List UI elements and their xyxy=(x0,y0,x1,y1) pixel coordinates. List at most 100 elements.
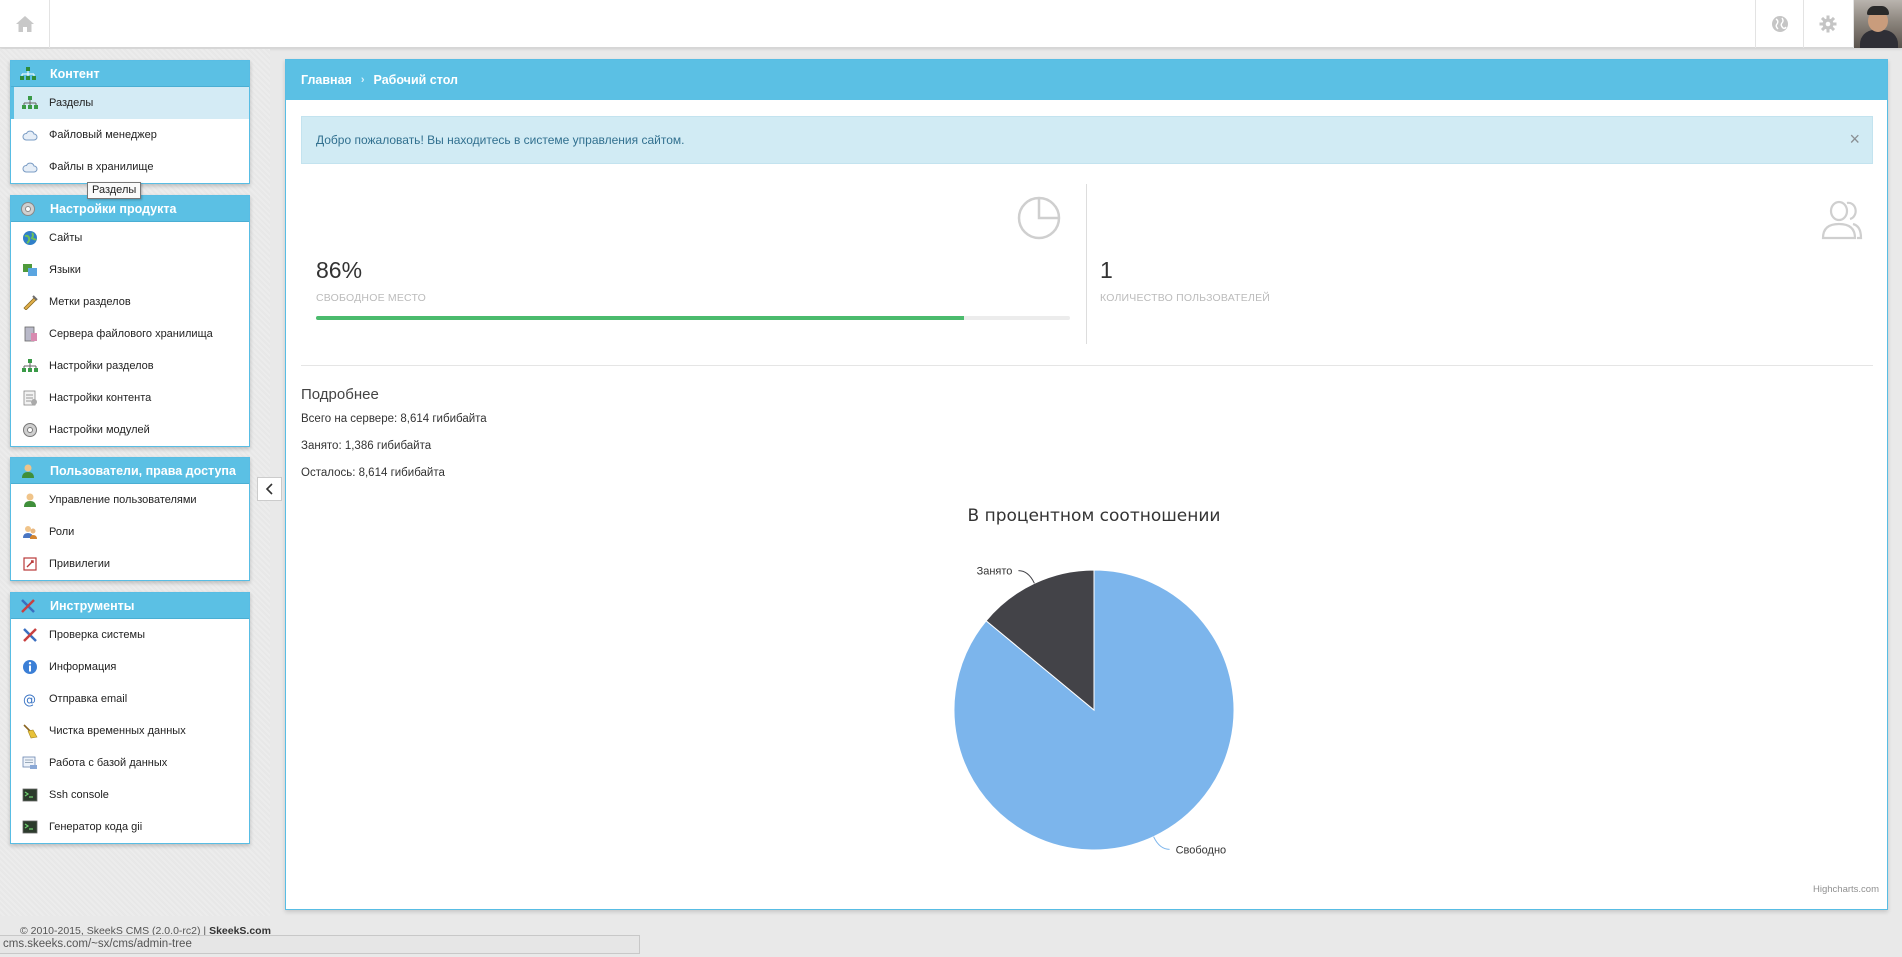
sidebar-item-label: Работа с базой данных xyxy=(49,757,168,769)
chart-credits[interactable]: Highcharts.com xyxy=(1813,884,1879,895)
sidebar-collapse-button[interactable] xyxy=(257,477,282,501)
sidebar-item-label: Метки разделов xyxy=(49,296,131,308)
sidebar-item-file-manager[interactable]: Файловый менеджер xyxy=(11,119,249,151)
sidebar-item-label: Сервера файлового хранилища xyxy=(49,328,213,340)
sidebar-item-section-tags[interactable]: Метки разделов xyxy=(11,286,249,318)
divider xyxy=(301,365,1873,366)
free-space-progress xyxy=(316,316,1070,320)
sidebar-group-header[interactable]: Настройки продукта xyxy=(11,196,249,222)
database-icon xyxy=(21,754,39,772)
sidebar-item-content-settings[interactable]: Настройки контента xyxy=(11,382,249,414)
tools-icon xyxy=(19,597,37,615)
details-used: Занято: 1,386 гибибайта xyxy=(301,440,432,452)
globe-button[interactable] xyxy=(1755,0,1803,48)
sidebar-group-product-settings: Настройки продукта Сайты Языки Метки раз… xyxy=(10,195,250,447)
settings-button[interactable] xyxy=(1803,0,1851,48)
cloud-icon xyxy=(21,158,39,176)
sidebar-item-storage-files[interactable]: Файлы в хранилище xyxy=(11,151,249,183)
server-icon xyxy=(21,325,39,343)
breadcrumb-separator: › xyxy=(360,74,365,86)
sidebar-group-title: Настройки продукта xyxy=(50,201,177,216)
chart-title: В процентном соотношении xyxy=(968,506,1221,526)
users-count-value: 1 xyxy=(1100,257,1113,283)
users-icon xyxy=(21,523,39,541)
sidebar: Контент Разделы Файловый менеджер Файлы … xyxy=(0,49,270,916)
free-space-stat: 86% СВОБОДНОЕ МЕСТО xyxy=(301,184,1070,344)
pie-chart-icon xyxy=(1017,196,1061,240)
details-total: Всего на сервере: 8,614 гибибайта xyxy=(301,413,487,425)
top-bar xyxy=(0,0,1902,48)
sidebar-item-label: Файлы в хранилище xyxy=(49,161,154,173)
sidebar-item-label: Сайты xyxy=(49,232,83,244)
users-stat: 1 КОЛИЧЕСТВО ПОЛЬЗОВАТЕЛЕЙ xyxy=(1086,184,1873,344)
sidebar-item-storage-servers[interactable]: Сервера файлового хранилища xyxy=(11,318,249,350)
pie-connector-0 xyxy=(1153,836,1170,850)
sidebar-item-languages[interactable]: Языки xyxy=(11,254,249,286)
users-count-label: КОЛИЧЕСТВО ПОЛЬЗОВАТЕЛЕЙ xyxy=(1100,292,1271,304)
alert-text: Добро пожаловать! Вы находитесь в систем… xyxy=(316,133,685,147)
details-remaining: Осталось: 8,614 гибибайта xyxy=(301,467,445,479)
browser-status-bar: cms.skeeks.com/~sx/cms/admin-tree xyxy=(0,935,640,954)
breadcrumb-home-link[interactable]: Главная xyxy=(301,73,352,87)
sidebar-item-module-settings[interactable]: Настройки модулей xyxy=(11,414,249,446)
details-title: Подробнее xyxy=(301,386,379,403)
sidebar-item-label: Языки xyxy=(49,264,81,276)
progress-fill xyxy=(316,316,965,320)
sidebar-item-gii[interactable]: Генератор кода gii xyxy=(11,811,249,843)
tag-icon xyxy=(21,293,39,311)
gear-icon xyxy=(1819,15,1836,33)
sidebar-item-sections[interactable]: Разделы xyxy=(11,87,249,119)
sidebar-item-user-management[interactable]: Управление пользователями xyxy=(11,484,249,516)
sidebar-item-database[interactable]: Работа с базой данных xyxy=(11,747,249,779)
user-icon xyxy=(21,491,39,509)
home-button[interactable] xyxy=(0,0,50,48)
free-space-value: 86% xyxy=(316,257,363,283)
sidebar-item-label: Настройки разделов xyxy=(49,360,154,372)
breadcrumb: Главная › Рабочий стол xyxy=(286,60,1887,100)
language-icon xyxy=(21,261,39,279)
sidebar-group-content: Контент Разделы Файловый менеджер Файлы … xyxy=(10,60,250,184)
sidebar-item-info[interactable]: Информация xyxy=(11,651,249,683)
globe-icon xyxy=(21,229,39,247)
sidebar-item-sites[interactable]: Сайты xyxy=(11,222,249,254)
terminal-icon xyxy=(21,786,39,804)
sidebar-item-label: Отправка email xyxy=(49,693,128,705)
gear-icon xyxy=(21,421,39,439)
sidebar-item-ssh-console[interactable]: Ssh console xyxy=(11,779,249,811)
close-icon[interactable]: × xyxy=(1849,130,1860,148)
gear-icon xyxy=(19,200,37,218)
sidebar-item-label: Информация xyxy=(49,661,117,673)
sidebar-group-users: Пользователи, права доступа Управление п… xyxy=(10,457,250,581)
sidebar-item-section-settings[interactable]: Настройки разделов xyxy=(11,350,249,382)
sidebar-item-label: Настройки модулей xyxy=(49,424,150,436)
sidebar-item-clear-cache[interactable]: Чистка временных данных xyxy=(11,715,249,747)
welcome-alert: Добро пожаловать! Вы находитесь в систем… xyxy=(301,116,1873,164)
main-panel: Главная › Рабочий стол Добро пожаловать!… xyxy=(285,59,1888,910)
sidebar-item-roles[interactable]: Роли xyxy=(11,516,249,548)
svg-text:@: @ xyxy=(23,693,36,707)
avatar[interactable] xyxy=(1853,0,1902,48)
sidebar-item-label: Управление пользователями xyxy=(49,494,197,506)
sitemap-icon xyxy=(19,65,37,83)
users-icon xyxy=(1821,200,1863,240)
sidebar-group-header[interactable]: Контент xyxy=(11,61,249,87)
sidebar-item-label: Проверка системы xyxy=(49,629,145,641)
sidebar-item-privileges[interactable]: Привилегии xyxy=(11,548,249,580)
email-icon: @ xyxy=(21,690,39,708)
key-icon xyxy=(21,555,39,573)
sidebar-item-label: Чистка временных данных xyxy=(49,725,186,737)
sidebar-item-label: Привилегии xyxy=(49,558,110,570)
pie-label-0: Свободно xyxy=(1176,844,1227,856)
sidebar-item-label: Настройки контента xyxy=(49,392,152,404)
sidebar-group-header[interactable]: Инструменты xyxy=(11,593,249,619)
sidebar-group-header[interactable]: Пользователи, права доступа xyxy=(11,458,249,484)
sidebar-item-system-check[interactable]: Проверка системы xyxy=(11,619,249,651)
tools-icon xyxy=(21,626,39,644)
sidebar-group-tools: Инструменты Проверка системы Информация … xyxy=(10,592,250,844)
sidebar-item-label: Генератор кода gii xyxy=(49,821,143,833)
sidebar-item-label: Разделы xyxy=(49,97,94,109)
sidebar-item-send-email[interactable]: @ Отправка email xyxy=(11,683,249,715)
cloud-icon xyxy=(21,126,39,144)
home-icon xyxy=(15,16,34,32)
pie-label-1: Занято xyxy=(977,566,1013,578)
